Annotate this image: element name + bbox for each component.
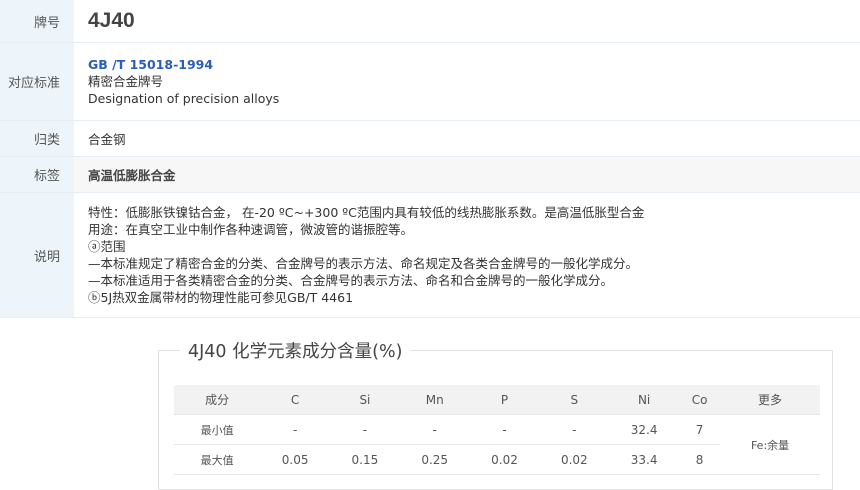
description-row: 说明 特性：低膨胀铁镍钴合金， 在-20 ºC~+300 ºC范围内具有较低的线… xyxy=(0,192,860,318)
min-cell-mn: - xyxy=(399,414,470,445)
min-cell-c: - xyxy=(260,414,331,445)
min-value-row: 最小值 - - - - - 32.4 7 Fe:余量 xyxy=(174,414,820,475)
min-cell-s: - xyxy=(539,414,610,445)
header-cell-s: S xyxy=(539,385,610,415)
category-row: 归类 合金钢 xyxy=(0,120,860,157)
max-cell-co: 8 xyxy=(679,444,721,475)
standard-row: 对应标准 GB /T 15018-1994 精密合金牌号 Designation… xyxy=(0,42,860,121)
description-line: ⓑ5J热双金属带材的物理性能可参见GB/T 4461 xyxy=(88,290,354,305)
min-cell-p: - xyxy=(469,414,540,445)
max-cell-mn: 0.25 xyxy=(399,444,470,475)
category-label: 归类 xyxy=(0,120,74,157)
standard-label: 对应标准 xyxy=(0,42,74,121)
tag-value: 高温低膨胀合金 xyxy=(88,168,176,183)
max-cell-ni: 33.4 xyxy=(609,444,679,475)
max-row-label: 最大值 xyxy=(174,444,261,475)
more-cell-fe-balance: Fe:余量 xyxy=(720,414,820,475)
grade-value: 4J40 xyxy=(88,9,135,32)
category-value: 合金钢 xyxy=(74,120,860,157)
standard-name-en: Designation of precision alloys xyxy=(88,91,280,106)
min-row-label: 最小值 xyxy=(174,414,261,445)
header-cell-ni: Ni xyxy=(609,385,679,415)
min-cell-co: 7 xyxy=(679,414,721,445)
composition-table: 成分 C Si Mn P S Ni Co 更多 最小值 - - - - - 32… xyxy=(174,385,820,475)
header-cell-si: Si xyxy=(330,385,400,415)
standard-code-link[interactable]: GB /T 15018-1994 xyxy=(88,56,859,73)
min-cell-ni: 32.4 xyxy=(609,414,679,445)
min-cell-si: - xyxy=(330,414,400,445)
max-cell-si: 0.15 xyxy=(330,444,400,475)
tag-label: 标签 xyxy=(0,156,74,193)
grade-label: 牌号 xyxy=(0,0,74,43)
description-label: 说明 xyxy=(0,192,74,318)
header-cell-component: 成分 xyxy=(174,385,261,415)
description-line: —本标准适用于各类精密合金的分类、合金牌号的表示方法、命名和合金牌号的一般化学成… xyxy=(88,273,614,288)
max-cell-s: 0.02 xyxy=(539,444,610,475)
composition-title: 4J40 化学元素成分含量(%) xyxy=(180,340,411,364)
header-cell-p: P xyxy=(469,385,540,415)
header-cell-mn: Mn xyxy=(399,385,470,415)
header-cell-c: C xyxy=(260,385,331,415)
material-info-table: 牌号 4J40 对应标准 GB /T 15018-1994 精密合金牌号 Des… xyxy=(0,0,860,318)
description-line: 用途：在真空工业中制作各种速调管，微波管的谐振腔等。 xyxy=(88,222,414,237)
description-line: 特性：低膨胀铁镍钴合金， 在-20 ºC~+300 ºC范围内具有较低的线热膨胀… xyxy=(88,205,645,220)
grade-row: 牌号 4J40 xyxy=(0,0,860,43)
header-cell-co: Co xyxy=(679,385,721,415)
max-cell-p: 0.02 xyxy=(469,444,540,475)
description-line: —本标准规定了精密合金的分类、合金牌号的表示方法、命名规定及各类合金牌号的一般化… xyxy=(88,256,639,271)
standard-name-cn: 精密合金牌号 xyxy=(88,74,164,89)
composition-header-row: 成分 C Si Mn P S Ni Co 更多 xyxy=(174,385,820,415)
max-cell-c: 0.05 xyxy=(260,444,331,475)
description-line: ⓐ范围 xyxy=(88,239,126,254)
tag-row: 标签 高温低膨胀合金 xyxy=(0,156,860,193)
header-cell-more[interactable]: 更多 xyxy=(720,385,820,415)
